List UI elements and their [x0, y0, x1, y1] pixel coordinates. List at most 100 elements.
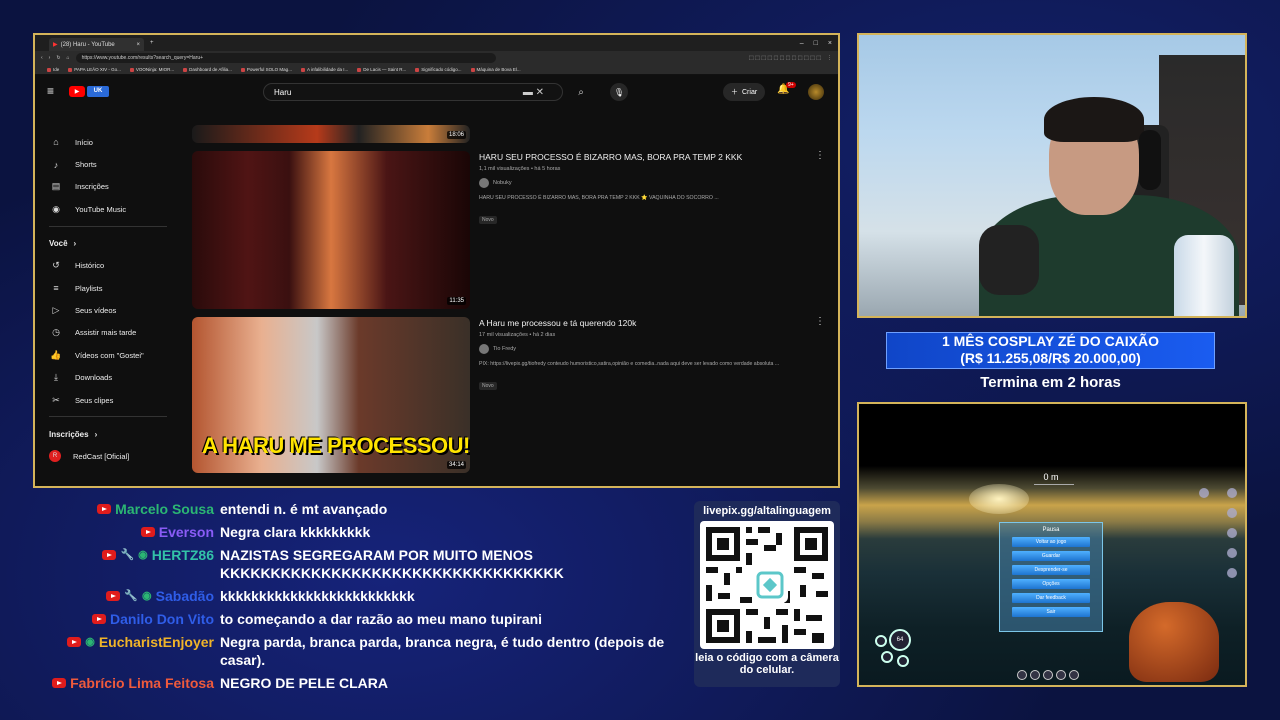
video-meta: 17 mil visualizações • há 2 dias — [479, 332, 556, 338]
channel-logo[interactable]: UK — [87, 85, 109, 97]
sidebar-heading-you[interactable]: Você › — [49, 233, 179, 255]
browser-menu-icon[interactable]: ⋮ — [827, 55, 832, 61]
pause-button-4[interactable]: Dar feedback — [1012, 593, 1090, 603]
browser-window: ▶ (28) Haru - YouTube × + – □ × ‹ › ↻ ⌂ … — [33, 33, 840, 488]
video-thumbnail-1[interactable]: 11:35 — [192, 151, 470, 309]
sidebar-item-label: Inscrições — [75, 182, 109, 192]
video-thumbnail-0[interactable]: 18:06 — [192, 125, 470, 143]
bookmark-item[interactable]: Ide — [47, 67, 59, 72]
account-avatar[interactable] — [808, 84, 824, 100]
search-box[interactable]: Haru ▬ ✕ — [263, 83, 563, 101]
video-thumbnail-2[interactable]: A HARU ME PROCESSOU! 34:14 — [192, 317, 470, 473]
water-bottle — [1174, 235, 1234, 316]
playlists-icon: ≡ — [53, 283, 59, 294]
tab-bar: ▶ (28) Haru - YouTube × + – □ × — [35, 35, 838, 51]
sidebar-item-seus-v-deos[interactable]: ▷ Seus vídeos — [49, 299, 179, 321]
extensions-icon[interactable]: ⬚ ⬚ ⬚ ⬚ ⬚ ⬚ ⬚ ⬚ ⬚ ⬚ ⬚ ⬚ — [749, 55, 821, 61]
chat-text: Negra parda, branca parda, branca negra,… — [220, 634, 665, 668]
plus-icon: ＋ — [731, 89, 738, 96]
sidebar-item-inscri-es[interactable]: ▤ Inscrições — [49, 176, 179, 198]
reload-icon[interactable]: ↻ — [56, 55, 60, 61]
heading-label: Inscrições — [49, 429, 89, 439]
chat-author: Marcelo Sousa — [40, 500, 220, 518]
bookmark-item[interactable]: Significado código... — [415, 67, 461, 72]
video-info-2: A Haru me processou e tá querendo 120k 1… — [479, 318, 809, 392]
browser-tab[interactable]: ▶ (28) Haru - YouTube × — [49, 38, 144, 51]
search-input[interactable]: Haru — [274, 88, 291, 97]
sidebar-item-in-cio[interactable]: ⌂ Início — [49, 131, 179, 153]
donation-goal-bar: 1 MÊS COSPLAY ZÉ DO CAIXÃO (R$ 11.255,08… — [886, 332, 1215, 369]
goal-amount: (R$ 11.255,08/R$ 20.000,00) — [960, 350, 1141, 366]
qr-caption: leia o código com a câmera do celular. — [695, 652, 839, 676]
sidebar-item-v-deos-com-gostei-[interactable]: 👍 Vídeos com "Gostei" — [49, 344, 179, 366]
pause-button-0[interactable]: Voltar ao jogo — [1012, 537, 1090, 547]
url-text: https://www.youtube.com/results?search_q… — [81, 55, 204, 61]
more-options-icon[interactable]: ⋮ — [815, 316, 825, 327]
pause-button-2[interactable]: Desprender-se — [1012, 565, 1090, 575]
chat-message: 🔧 ◉ HERTZ86 NAZISTAS SEGREGARAM POR MUITO M… — [40, 546, 670, 582]
home-icon: ⌂ — [53, 137, 59, 148]
new-tab-button[interactable]: + — [150, 40, 154, 46]
video-title[interactable]: A Haru me processou e tá querendo 120k — [479, 318, 809, 328]
channel-avatar[interactable] — [479, 344, 489, 354]
more-options-icon[interactable]: ⋮ — [815, 150, 825, 161]
hud-icon — [1227, 508, 1237, 518]
sidebar-item-hist-rico[interactable]: ↺ Histórico — [49, 255, 179, 277]
tab-title: (28) Haru - YouTube — [60, 41, 115, 48]
video-channel[interactable]: Nobuky — [479, 178, 809, 188]
coral-rock — [1129, 602, 1219, 682]
bookmark-item[interactable]: VOONinja: MIOR... — [130, 67, 174, 72]
video-channel[interactable]: Tio Fredy — [479, 344, 809, 354]
video-title[interactable]: HARU SEU PROCESSO É BIZARRO MAS, BORA PR… — [479, 152, 809, 162]
bookmark-item[interactable]: Máquina de Bova El... — [471, 67, 521, 72]
sidebar-item-playlists[interactable]: ≡ Playlists — [49, 277, 179, 299]
back-icon[interactable]: ‹ — [41, 55, 43, 61]
channel-avatar[interactable] — [479, 178, 489, 188]
pause-button-1[interactable]: Guardar — [1012, 551, 1090, 561]
youtube-logo-icon[interactable]: ▶ — [69, 85, 85, 97]
chat-message: Marcelo Sousa entendi n. é mt avançado — [40, 500, 670, 518]
chat-author: Everson — [40, 523, 220, 541]
bookmark-item[interactable]: PAPA LEÃO XIV - Go... — [68, 67, 121, 72]
sidebar-item-downloads[interactable]: ⤓ Downloads — [49, 367, 179, 389]
clear-search-icon[interactable]: ▬ ✕ — [523, 87, 544, 98]
microphone-icon[interactable]: 🎙 — [610, 83, 628, 101]
chat-message: Danilo Don Vito to começando a dar razão … — [40, 610, 670, 628]
sidebar-item-youtube-music[interactable]: ◉ YouTube Music — [49, 198, 179, 220]
bookmark-item[interactable]: A infalibilidade da I... — [301, 67, 348, 72]
health-icon — [875, 635, 887, 647]
bookmark-item[interactable]: Dashboard de Afilia... — [183, 67, 232, 72]
sidebar-divider — [49, 416, 167, 418]
create-button[interactable]: ＋ Criar — [723, 83, 766, 101]
pause-button-5[interactable]: Sair — [1012, 607, 1090, 617]
sidebar-item-seus-clipes[interactable]: ✂ Seus clipes — [49, 389, 179, 411]
sidebar-item-label: Seus vídeos — [75, 306, 117, 316]
pause-button-3[interactable]: Opções — [1012, 579, 1090, 589]
maximize-icon[interactable]: □ — [814, 40, 818, 47]
home-browser-icon[interactable]: ⌂ — [67, 55, 70, 61]
forward-icon[interactable]: › — [49, 55, 51, 61]
youtube-icon — [102, 550, 117, 560]
close-tab-icon[interactable]: × — [136, 42, 140, 48]
close-window-icon[interactable]: × — [828, 40, 832, 47]
url-field[interactable]: https://www.youtube.com/results?search_q… — [75, 53, 496, 63]
hud-icon — [1227, 548, 1237, 558]
sidebar-item-shorts[interactable]: ♪ Shorts — [49, 153, 179, 175]
sidebar-item-redcast-oficial-[interactable]: R RedCast [Oficial] — [49, 445, 179, 467]
qr-code — [700, 521, 834, 649]
youtube-icon — [92, 614, 107, 624]
bookmark-item[interactable]: De Lacis — Saint R... — [357, 67, 406, 72]
minimize-icon[interactable]: – — [800, 40, 804, 47]
chat-username: Sabadão — [155, 588, 214, 604]
sidebar-item-label: Playlists — [75, 283, 103, 293]
youtube-header: ≡ ▶ UK Haru ▬ ✕ ⌕ 🎙 ＋ Criar 🔔 9+ — [35, 75, 838, 107]
channel-name[interactable]: Tio Fredy — [493, 346, 516, 352]
sidebar-heading-subscriptions[interactable]: Inscrições › — [49, 423, 179, 445]
bookmark-item[interactable]: Powerful SOLO Mag... — [241, 67, 292, 72]
youtube-icon — [106, 591, 121, 601]
video-duration: 11:35 — [447, 297, 466, 305]
search-icon[interactable]: ⌕ — [570, 83, 592, 101]
channel-name[interactable]: Nobuky — [493, 180, 512, 186]
sidebar-item-assistir-mais-tarde[interactable]: ◷ Assistir mais tarde — [49, 322, 179, 344]
hamburger-menu-icon[interactable]: ≡ — [47, 84, 69, 98]
